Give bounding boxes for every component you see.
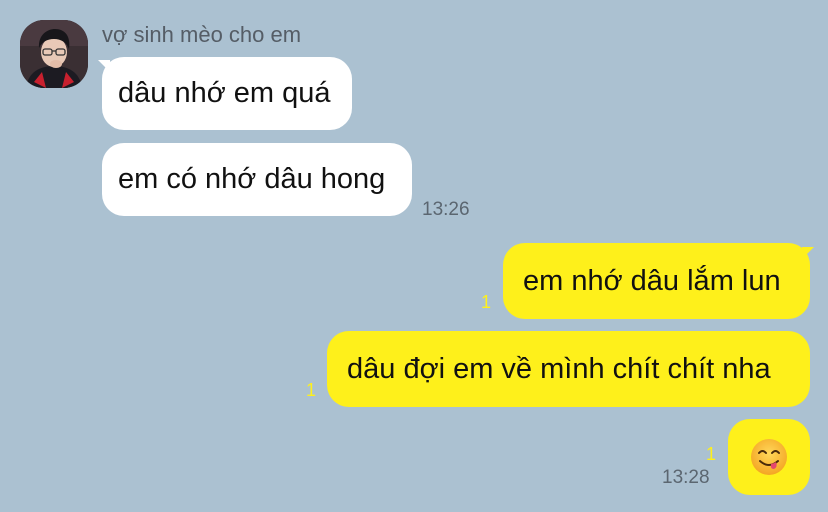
incoming-message-bubble[interactable]: em có nhớ dâu hong	[102, 143, 412, 216]
outgoing-message-bubble[interactable]: dâu đợi em về mình chít chít nha	[327, 331, 810, 407]
message-text: dâu đợi em về mình chít chít nha	[347, 352, 771, 385]
message-text: dâu nhớ em quá	[118, 77, 331, 109]
savoring-food-emoji-icon	[751, 439, 787, 475]
message-text: em nhớ dâu lắm lun	[523, 264, 781, 297]
incoming-timestamp: 13:26	[422, 199, 470, 220]
incoming-message-bubble[interactable]: dâu nhớ em quá	[102, 57, 352, 130]
message-text: em có nhớ dâu hong	[118, 163, 386, 195]
outgoing-message-bubble[interactable]: em nhớ dâu lắm lun	[503, 243, 810, 319]
outgoing-timestamp: 13:28	[662, 467, 710, 488]
sender-name: vợ sinh mèo cho em	[102, 22, 302, 47]
unread-count: 1	[481, 292, 492, 312]
profile-photo-icon	[20, 20, 88, 88]
emoji-message-bubble[interactable]	[728, 419, 810, 495]
unread-count: 1	[306, 380, 317, 400]
sender-avatar[interactable]	[20, 20, 88, 88]
unread-count: 1	[706, 444, 717, 464]
